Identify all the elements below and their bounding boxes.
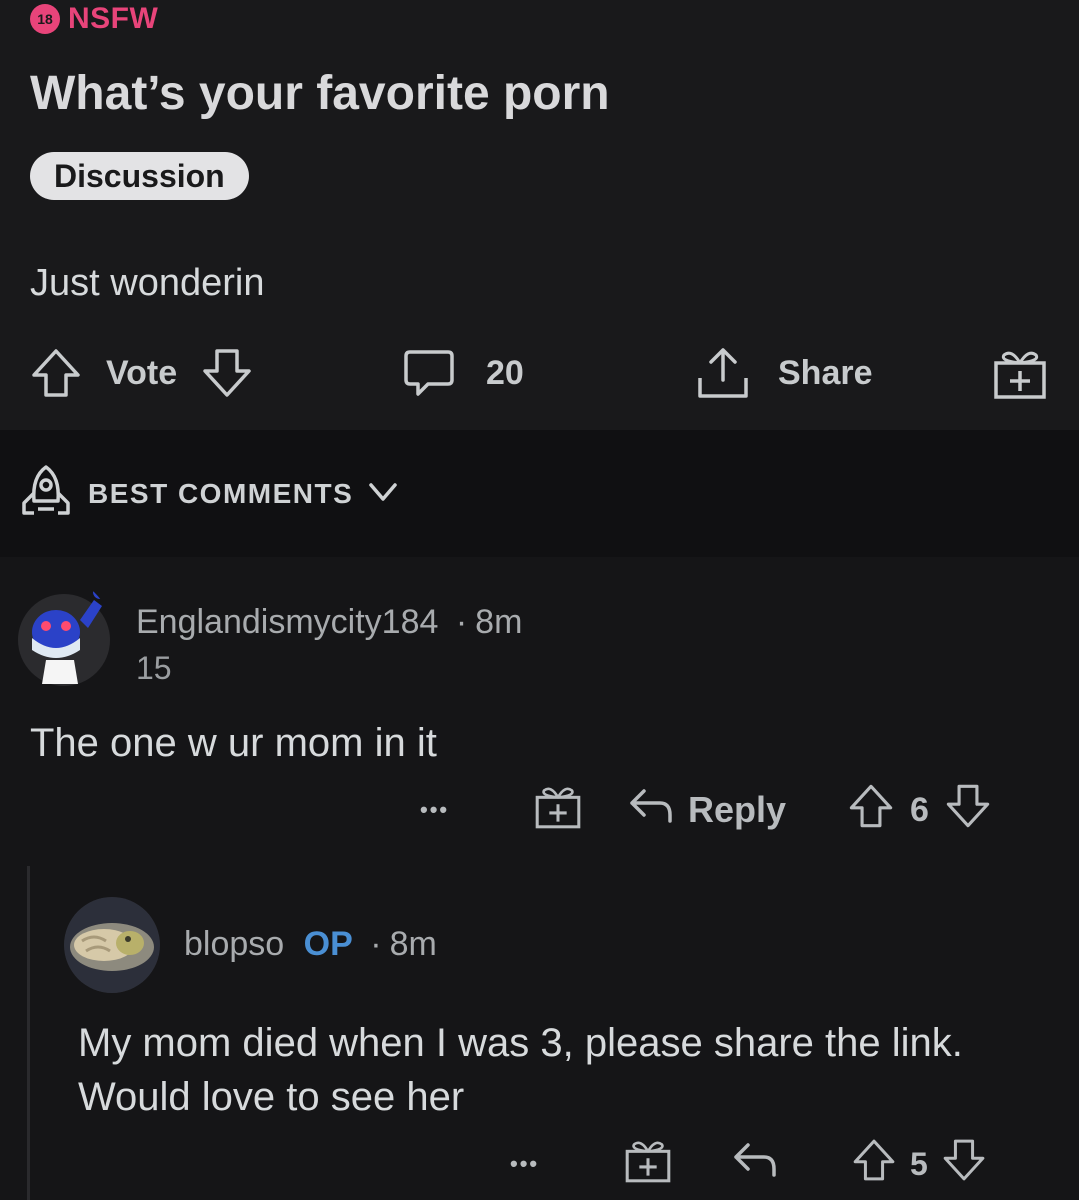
comment-text: My mom died when I was 3, please share t… xyxy=(78,1021,963,1119)
comment-username[interactable]: blopso xyxy=(184,925,284,963)
separator-dot: · xyxy=(370,925,382,963)
comment-vote-group: 5 xyxy=(850,1134,988,1194)
more-options-icon[interactable]: ••• xyxy=(420,780,449,840)
comment-time: 8m xyxy=(389,925,437,963)
thread-line[interactable] xyxy=(27,866,30,1200)
nsfw-label: NSFW xyxy=(68,2,159,35)
reply-label: Reply xyxy=(688,789,787,830)
award-button[interactable] xyxy=(532,780,584,840)
avatar[interactable] xyxy=(64,897,160,993)
vote-label: Vote xyxy=(106,353,178,392)
comments-button[interactable]: 20 xyxy=(400,338,524,408)
vote-count: 5 xyxy=(910,1145,928,1182)
sort-label: BEST COMMENTS xyxy=(88,477,354,509)
nsfw-tag: 18 NSFW xyxy=(30,2,158,36)
chevron-down-icon xyxy=(365,473,401,514)
comment-time: 8m xyxy=(475,603,523,641)
rocket-icon xyxy=(18,463,74,524)
downvote-icon[interactable] xyxy=(199,345,255,401)
comment-username[interactable]: Englandismycity184 xyxy=(136,603,438,641)
award-button[interactable] xyxy=(990,338,1050,408)
gift-award-icon xyxy=(532,780,584,841)
share-icon xyxy=(694,344,752,402)
upvote-icon[interactable] xyxy=(28,345,84,401)
reply-button[interactable] xyxy=(730,1134,780,1194)
comment-karma: 15 xyxy=(136,650,172,686)
downvote-icon[interactable] xyxy=(940,1136,988,1193)
share-button[interactable]: Share xyxy=(694,338,873,408)
upvote-icon[interactable] xyxy=(846,781,896,840)
post-title[interactable]: What’s your favorite porn xyxy=(30,66,610,121)
comment-author-line: Englandismycity184 · 8m xyxy=(136,603,522,642)
upvote-icon[interactable] xyxy=(850,1136,898,1193)
reply-button[interactable]: Reply xyxy=(626,780,786,840)
comment-text: The one w ur mom in it xyxy=(30,721,437,765)
sort-dropdown[interactable]: BEST COMMENTS xyxy=(18,430,401,557)
post-body: Just wonderin xyxy=(30,262,265,304)
post-flair[interactable]: Discussion xyxy=(30,152,249,200)
reply-arrow-icon xyxy=(730,1135,780,1194)
gift-award-icon xyxy=(622,1134,674,1195)
avatar[interactable] xyxy=(16,580,112,690)
comment-author-line: blopso OP · 8m xyxy=(184,925,437,964)
gift-award-icon xyxy=(990,343,1050,403)
reply-arrow-icon xyxy=(626,781,676,840)
nsfw-18-icon: 18 xyxy=(30,4,60,34)
comment-sort-bar: BEST COMMENTS xyxy=(0,430,1079,557)
vote-count: 6 xyxy=(910,790,929,829)
comment-vote-group: 6 xyxy=(846,780,993,840)
separator-dot: · xyxy=(455,603,468,641)
downvote-icon[interactable] xyxy=(943,781,993,840)
op-tag: OP xyxy=(303,925,353,963)
vote-group: Vote xyxy=(28,338,255,408)
post-action-bar: Vote 20 Share xyxy=(0,338,1079,408)
more-options-icon[interactable]: ••• xyxy=(510,1134,539,1194)
comment-count: 20 xyxy=(486,353,524,392)
post-card: 18 NSFW What’s your favorite porn Discus… xyxy=(0,0,1079,430)
share-label: Share xyxy=(778,353,873,392)
comment-bubble-icon xyxy=(400,344,458,402)
award-button[interactable] xyxy=(622,1134,674,1194)
